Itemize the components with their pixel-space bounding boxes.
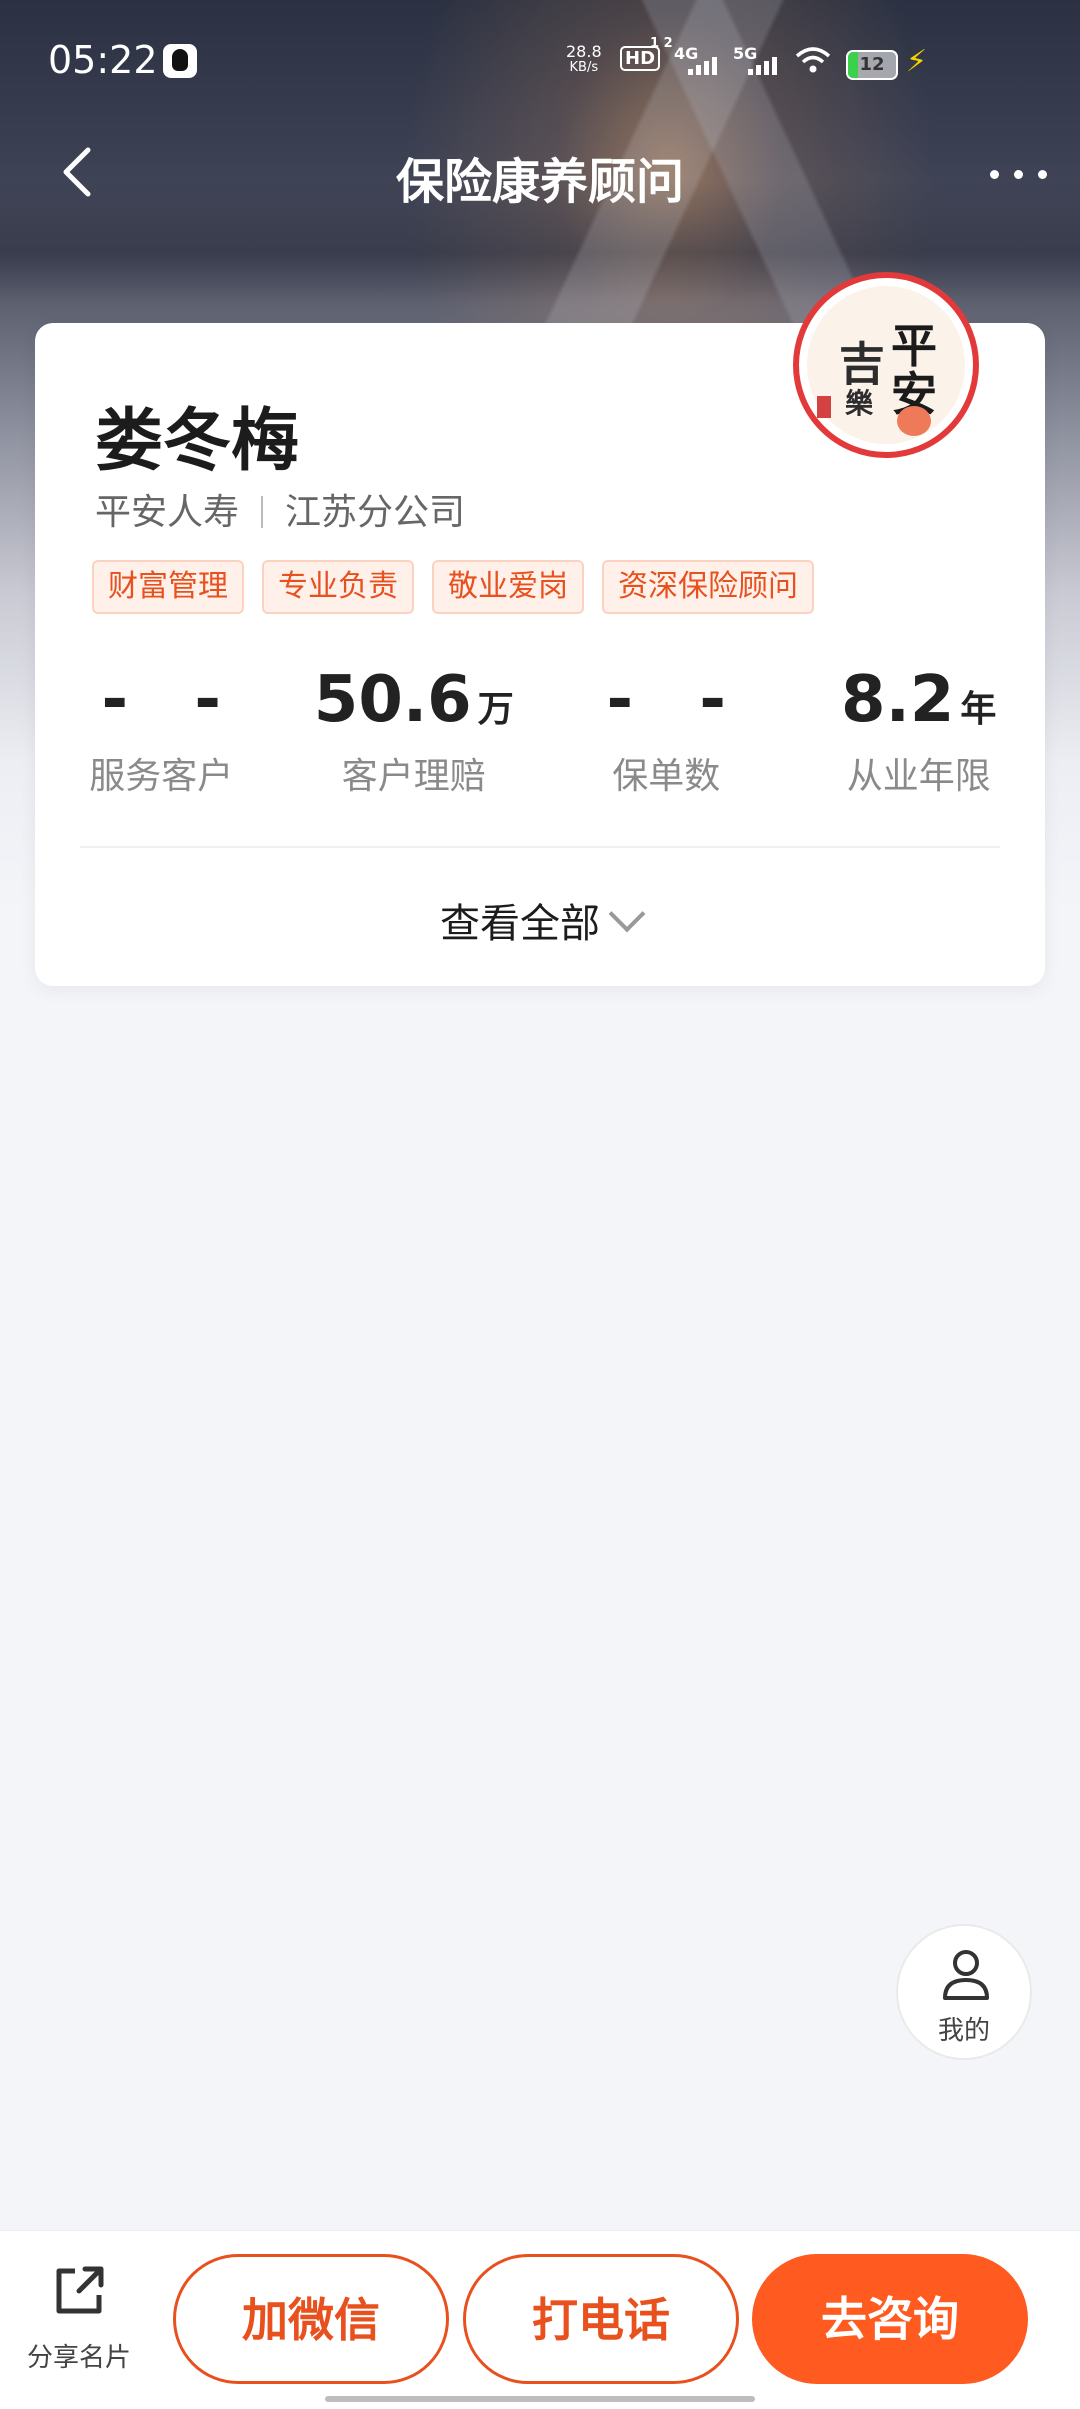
battery-icon: 12 — [846, 50, 898, 80]
hd-badge-label: HD — [625, 48, 656, 69]
stat-policy-count: - - 保单数 — [540, 661, 793, 801]
network-speed: 28.8 KB/s — [566, 44, 602, 76]
nav-bar: 保险康养顾问 — [0, 120, 1080, 230]
apple-icon — [897, 406, 931, 436]
stat-value: - - — [101, 663, 243, 737]
stat-label: 保单数 — [612, 756, 721, 797]
network-speed-value: 28.8 — [566, 42, 602, 61]
view-all-button[interactable]: 查看全部 — [35, 891, 1045, 949]
avatar-image — [807, 286, 965, 444]
bottom-action-bar: 分享名片 加微信 打电话 去咨询 — [0, 2230, 1080, 2409]
me-label: 我的 — [937, 2016, 990, 2046]
hd-sub: 1 2 — [650, 36, 673, 51]
status-bar: 05:22 28.8 KB/s HD 1 2 4G 5G 12 ⚡ — [0, 0, 1080, 120]
user-icon — [943, 1950, 989, 2000]
network-speed-unit: KB/s — [569, 60, 599, 75]
battery-level: 12 — [859, 54, 885, 75]
wifi-icon — [795, 46, 831, 81]
me-button[interactable]: 我的 — [896, 1924, 1032, 2060]
stat-label: 服务客户 — [89, 756, 234, 797]
share-icon — [56, 2266, 104, 2314]
consult-button[interactable]: 去咨询 — [752, 2254, 1028, 2384]
stats-row: - - 服务客户 50.6 万 客户理赔 - - 保单数 8.2 年 从业年限 — [35, 661, 1045, 801]
tag: 专业负责 — [262, 560, 414, 614]
stat-value: 50.6 — [313, 663, 472, 737]
advisor-company: 平安人寿 — [95, 492, 240, 533]
charging-bolt-icon: ⚡ — [906, 44, 928, 79]
stat-unit: 万 — [477, 689, 514, 730]
advisor-branch: 江苏分公司 — [285, 492, 466, 533]
signal-5g-bars-icon — [748, 56, 780, 78]
stat-service-clients: - - 服务客户 — [35, 661, 288, 801]
page-title: 保险康养顾问 — [395, 154, 684, 210]
stat-years-experience: 8.2 年 从业年限 — [793, 661, 1046, 801]
advisor-company-line: 平安人寿 江苏分公司 — [95, 483, 465, 535]
share-card-button[interactable]: 分享名片 — [20, 2261, 138, 2374]
tag: 资深保险顾问 — [602, 560, 814, 614]
signal-4g-bars-icon — [688, 56, 720, 78]
stat-value: - - — [606, 663, 748, 737]
card-divider — [80, 846, 1000, 848]
view-all-label: 查看全部 — [440, 901, 600, 947]
add-wechat-button[interactable]: 加微信 — [173, 2254, 449, 2384]
stat-unit: 年 — [960, 689, 997, 730]
call-button[interactable]: 打电话 — [463, 2254, 739, 2384]
add-wechat-label: 加微信 — [242, 2293, 380, 2347]
tag-list: 财富管理 专业负责 敬业爱岗 资深保险顾问 — [92, 560, 814, 614]
tag: 财富管理 — [92, 560, 244, 614]
home-indicator[interactable] — [325, 2396, 755, 2402]
call-label: 打电话 — [532, 2293, 670, 2347]
share-card-label: 分享名片 — [26, 2343, 131, 2373]
stat-label: 从业年限 — [846, 756, 991, 797]
stat-label: 客户理赔 — [341, 756, 486, 797]
advisor-name: 娄冬梅 — [95, 402, 300, 481]
divider — [261, 496, 264, 528]
chevron-down-icon — [608, 895, 646, 933]
avatar[interactable]: 平 安 吉 樂 — [793, 272, 979, 458]
avatar-text: 樂 — [845, 387, 874, 420]
stat-value: 8.2 — [841, 663, 955, 737]
status-time: 05:22 — [48, 38, 158, 82]
stat-client-claims: 50.6 万 客户理赔 — [288, 661, 541, 801]
stamp-icon — [817, 396, 831, 418]
tag: 敬业爱岗 — [432, 560, 584, 614]
consult-label: 去咨询 — [821, 2292, 959, 2346]
more-button[interactable] — [984, 142, 1056, 202]
qq-icon — [163, 44, 197, 78]
